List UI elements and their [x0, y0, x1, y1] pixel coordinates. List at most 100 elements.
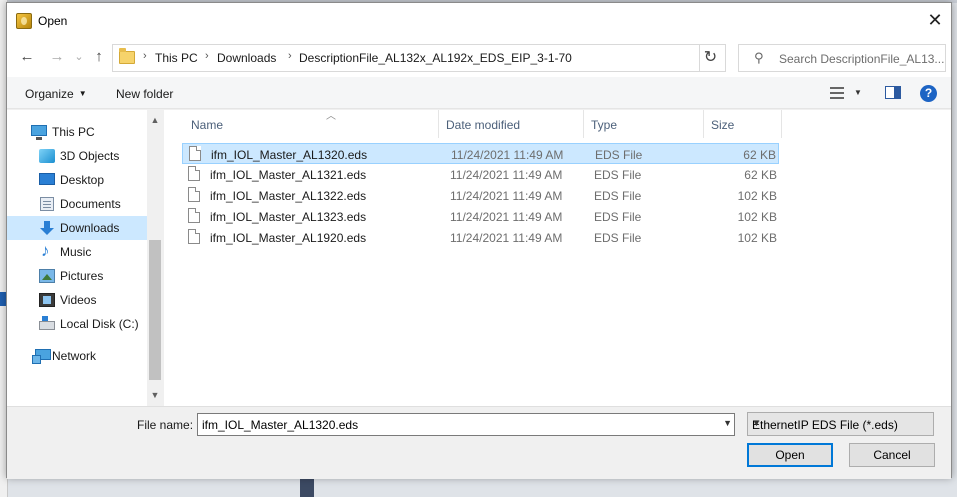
scrollbar-thumb[interactable] — [149, 240, 161, 380]
sidebar-item-music[interactable]: Music — [7, 240, 147, 264]
search-placeholder: Search DescriptionFile_AL13... — [779, 52, 945, 66]
pictures-icon — [39, 269, 55, 283]
back-button[interactable]: ← — [17, 47, 37, 67]
file-type: EDS File — [595, 148, 643, 162]
chevron-down-icon[interactable]: ▼ — [854, 88, 862, 97]
file-row[interactable]: ifm_IOL_Master_AL1321.eds 11/24/2021 11:… — [182, 164, 779, 185]
sidebar-item-3d-objects[interactable]: 3D Objects — [7, 144, 147, 168]
breadcrumb-current-folder[interactable]: DescriptionFile_AL132x_AL192x_EDS_EIP_3-… — [299, 51, 572, 65]
dialog-title: Open — [38, 14, 68, 28]
file-date: 11/24/2021 11:49 AM — [450, 168, 563, 182]
column-header-size[interactable]: Size — [704, 110, 782, 138]
network-icon — [32, 349, 51, 364]
new-folder-button[interactable]: New folder — [116, 87, 173, 101]
navigation-row: ← → ⌄ ↑ › This PC › Downloads › Descript… — [7, 37, 951, 77]
sidebar-item-label: Music — [60, 245, 92, 259]
file-type: EDS File — [594, 189, 642, 203]
download-icon — [39, 221, 55, 235]
file-size: 102 KB — [737, 231, 777, 245]
sidebar-item-local-disk[interactable]: Local Disk (C:) — [7, 312, 147, 336]
file-row[interactable]: ifm_IOL_Master_AL1322.eds 11/24/2021 11:… — [182, 185, 779, 206]
file-icon — [188, 229, 200, 244]
file-size: 62 KB — [744, 168, 777, 182]
breadcrumb-separator[interactable]: › — [205, 50, 209, 62]
search-input[interactable]: ⚲ Search DescriptionFile_AL13... — [738, 44, 946, 72]
help-icon[interactable]: ? — [920, 85, 937, 102]
cube-icon — [39, 149, 55, 163]
breadcrumb-this-pc[interactable]: This PC — [155, 51, 198, 65]
desktop-icon — [39, 173, 55, 185]
sidebar-item-pictures[interactable]: Pictures — [7, 264, 147, 288]
file-icon — [188, 187, 200, 202]
file-date: 11/24/2021 11:49 AM — [450, 210, 563, 224]
file-date: 11/24/2021 11:49 AM — [450, 231, 563, 245]
chevron-down-icon[interactable]: ▼ — [723, 418, 732, 428]
column-header-type[interactable]: Type — [584, 110, 704, 138]
column-header-date[interactable]: Date modified — [439, 110, 584, 138]
column-header-name[interactable]: Name ︿ — [184, 110, 439, 138]
sidebar-item-label: 3D Objects — [60, 149, 120, 163]
file-name: ifm_IOL_Master_AL1323.eds — [210, 210, 367, 224]
breadcrumb-separator[interactable]: › — [143, 50, 147, 62]
file-size: 102 KB — [737, 210, 777, 224]
forward-button[interactable]: → — [47, 47, 67, 67]
app-icon — [16, 13, 32, 29]
address-bar[interactable]: › This PC › Downloads › DescriptionFile_… — [112, 44, 775, 72]
scroll-up-icon[interactable]: ▲ — [147, 112, 163, 129]
dialog-footer: File name: ▼ EthernetIP EDS File (*.eds)… — [7, 406, 951, 479]
up-button[interactable]: ↑ — [89, 47, 109, 67]
close-button[interactable]: ✕ — [923, 9, 947, 31]
file-date: 11/24/2021 11:49 AM — [451, 148, 564, 162]
file-name: ifm_IOL_Master_AL1321.eds — [210, 168, 367, 182]
sidebar-item-label: Desktop — [60, 173, 105, 187]
recent-locations-button[interactable]: ⌄ — [69, 47, 89, 67]
file-type: EDS File — [594, 168, 642, 182]
disk-icon — [39, 316, 55, 330]
command-toolbar: Organize ▼ New folder ▼ ? — [7, 77, 951, 109]
file-list: Name ︿ Date modified Type Size ifm_IOL_M… — [164, 110, 951, 406]
sidebar-item-label: Documents — [60, 197, 121, 211]
refresh-button[interactable]: ↻ — [696, 44, 726, 72]
sidebar-item-label: Local Disk (C:) — [60, 317, 139, 331]
background-taskbar-fragment — [300, 478, 314, 497]
sidebar-scrollbar[interactable]: ▲ ▼ — [147, 110, 163, 406]
open-button[interactable]: Open — [747, 443, 833, 467]
scroll-down-icon[interactable]: ▼ — [147, 387, 163, 404]
file-size: 62 KB — [743, 148, 776, 162]
sidebar-item-this-pc[interactable]: This PC — [7, 120, 147, 144]
sidebar-item-documents[interactable]: Documents — [7, 192, 147, 216]
breadcrumb-separator[interactable]: › — [288, 50, 292, 62]
file-icon — [189, 146, 201, 161]
file-type-select[interactable]: EthernetIP EDS File (*.eds) ▼ — [747, 412, 934, 436]
sidebar-item-label: Network — [52, 349, 97, 363]
file-row[interactable]: ifm_IOL_Master_AL1320.eds 11/24/2021 11:… — [182, 143, 779, 164]
sidebar-item-videos[interactable]: Videos — [7, 288, 147, 312]
organize-button[interactable]: Organize ▼ — [25, 87, 87, 101]
column-header-label: Date modified — [446, 118, 521, 132]
sort-ascending-icon: ︿ — [326, 111, 336, 122]
documents-icon — [40, 197, 54, 211]
music-icon — [39, 241, 55, 261]
breadcrumb-downloads[interactable]: Downloads — [217, 51, 276, 65]
open-file-dialog: Open ✕ ← → ⌄ ↑ › This PC › Downloads › D… — [6, 2, 952, 479]
file-name: ifm_IOL_Master_AL1320.eds — [211, 148, 368, 162]
sidebar-item-label: Pictures — [60, 269, 104, 283]
file-name-field[interactable]: ▼ — [197, 413, 735, 436]
cancel-button[interactable]: Cancel — [849, 443, 935, 467]
preview-pane-icon[interactable] — [885, 86, 901, 99]
sidebar-item-downloads[interactable]: Downloads — [7, 216, 147, 240]
file-icon — [188, 166, 200, 181]
chevron-down-icon: ▼ — [752, 418, 761, 428]
file-row[interactable]: ifm_IOL_Master_AL1323.eds 11/24/2021 11:… — [182, 206, 779, 227]
title-bar[interactable]: Open ✕ — [7, 3, 951, 37]
sidebar-item-desktop[interactable]: Desktop — [7, 168, 147, 192]
file-row[interactable]: ifm_IOL_Master_AL1920.eds 11/24/2021 11:… — [182, 227, 779, 248]
file-date: 11/24/2021 11:49 AM — [450, 189, 563, 203]
view-options-icon[interactable] — [830, 87, 844, 99]
file-name-input[interactable] — [199, 415, 709, 434]
sidebar-item-label: Downloads — [60, 221, 120, 235]
file-name: ifm_IOL_Master_AL1920.eds — [210, 231, 367, 245]
search-icon: ⚲ — [754, 50, 764, 65]
sidebar-item-network[interactable]: Network — [7, 344, 147, 368]
column-header-label: Type — [591, 118, 618, 132]
